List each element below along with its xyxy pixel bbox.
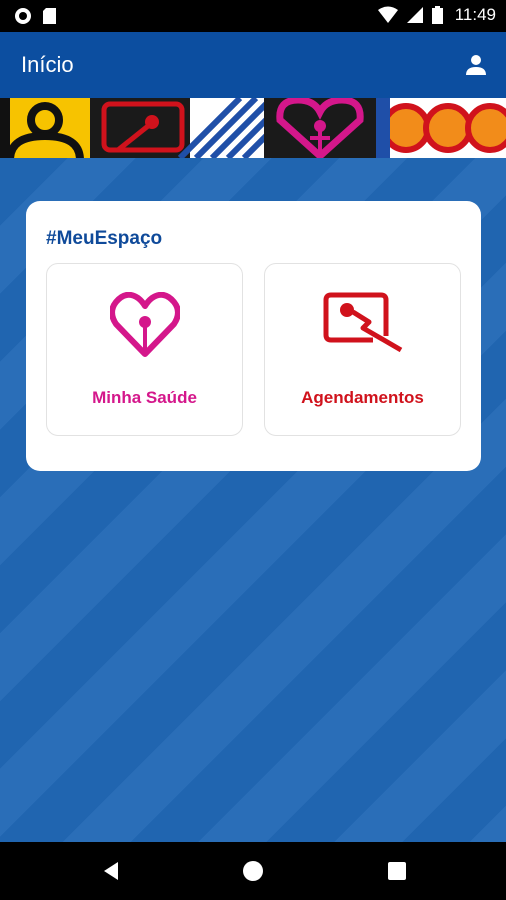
my-health-tile[interactable]: Minha Saúde bbox=[46, 263, 243, 436]
section-title: #MeuEspaço bbox=[46, 228, 163, 249]
tile-label: Agendamentos bbox=[301, 388, 424, 407]
app-bar: Início bbox=[0, 32, 506, 98]
page-title: Início bbox=[21, 52, 74, 77]
record-icon bbox=[15, 8, 31, 24]
person-icon[interactable] bbox=[464, 53, 488, 77]
my-space-card: #MeuEspaço Minha Saúde Agendamentos bbox=[26, 201, 481, 471]
battery-icon bbox=[431, 6, 443, 24]
home-icon[interactable] bbox=[242, 860, 264, 882]
appointments-tile[interactable]: Agendamentos bbox=[264, 263, 461, 436]
back-icon[interactable] bbox=[100, 860, 122, 882]
wifi-icon bbox=[377, 6, 398, 23]
recent-apps-icon[interactable] bbox=[386, 860, 408, 882]
main-content: #MeuEspaço Minha Saúde Agendamentos bbox=[0, 158, 506, 842]
decorative-banner bbox=[0, 98, 506, 158]
tile-label: Minha Saúde bbox=[92, 388, 197, 407]
navigation-bar bbox=[0, 842, 506, 900]
calendar-pin-icon bbox=[323, 292, 402, 353]
status-bar: 11:49 bbox=[0, 0, 506, 32]
signal-icon bbox=[406, 7, 423, 23]
heart-pin-icon bbox=[109, 292, 180, 357]
clock: 11:49 bbox=[454, 5, 496, 24]
sd-card-icon bbox=[43, 8, 56, 24]
